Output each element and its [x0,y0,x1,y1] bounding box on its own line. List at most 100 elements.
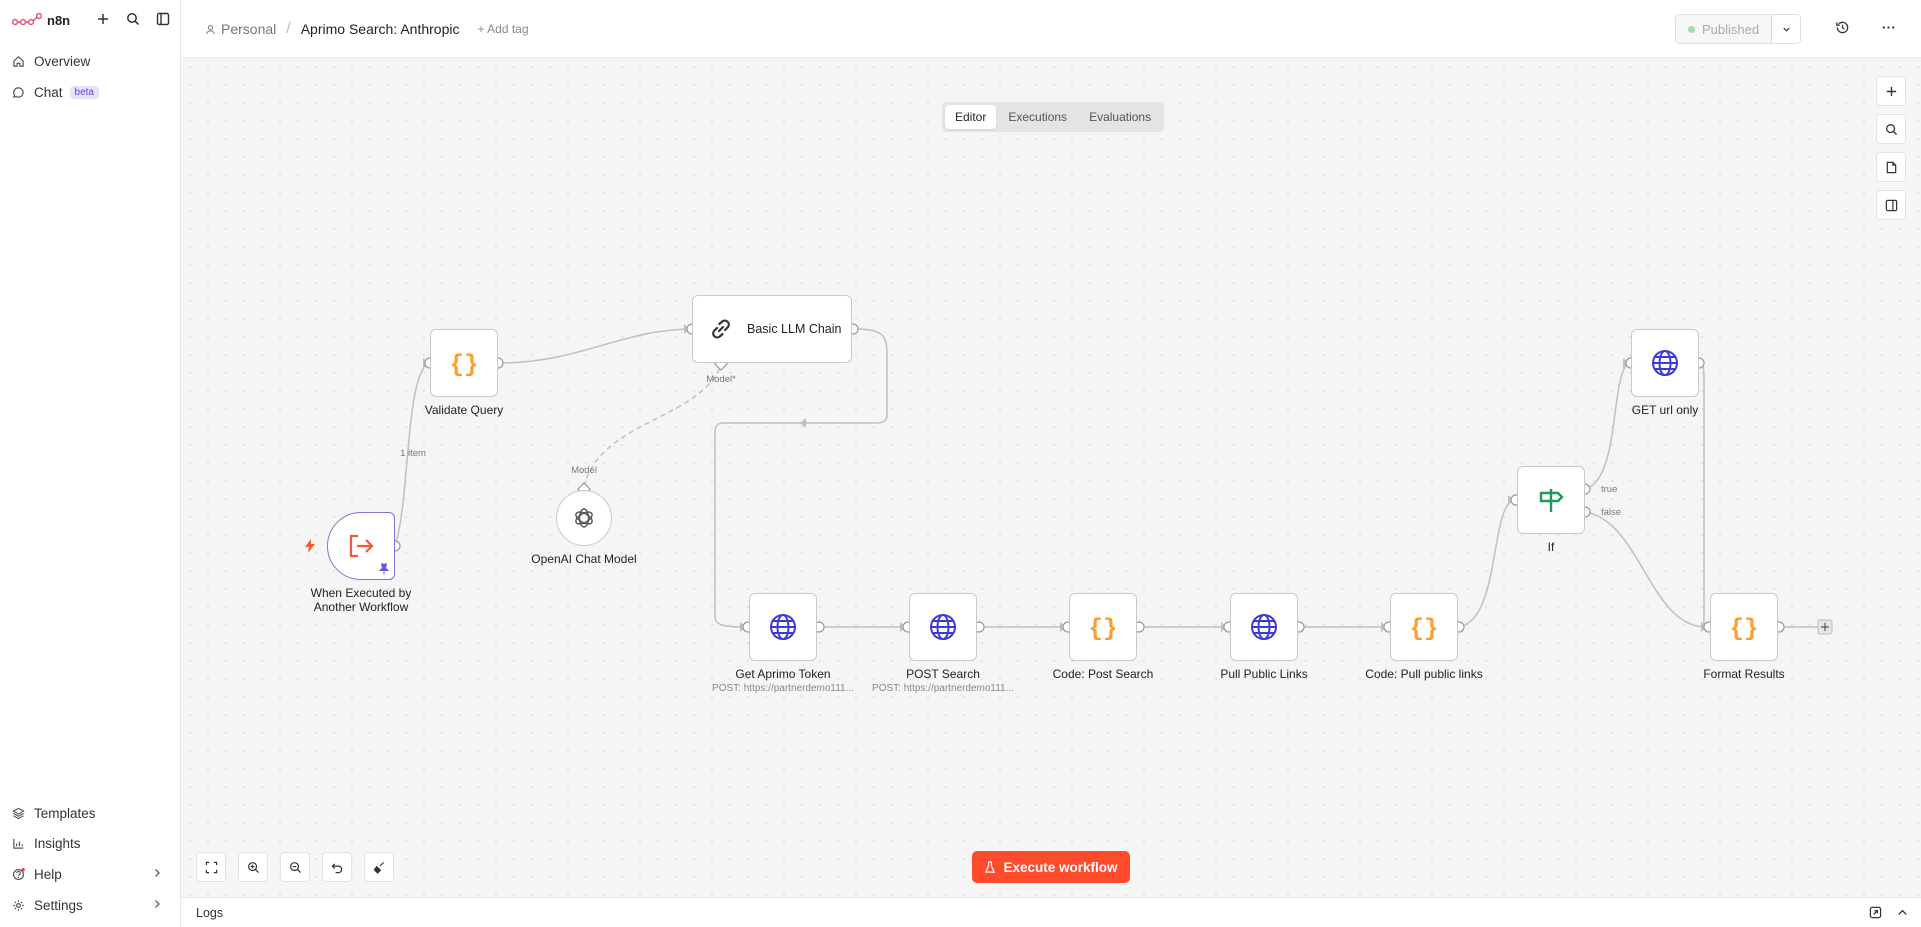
workflow-canvas[interactable]: Editor Executions Evaluations Execute wo… [181,58,1921,897]
published-status-dot [1688,25,1695,33]
signpost-icon [1539,489,1564,512]
add-tag-button[interactable]: + Add tag [477,22,528,36]
tab-editor[interactable]: Editor [945,105,997,129]
zoom-out-button[interactable] [280,852,310,882]
beta-badge: beta [69,85,99,99]
workflow-name[interactable]: Aprimo Search: Anthropic [301,21,460,37]
node-code-pull-public-links-label: Code: Pull public links [1365,667,1483,681]
tab-executions[interactable]: Executions [998,105,1077,129]
zoom-in-icon [247,861,259,873]
templates-icon [12,807,25,819]
node-validate-query[interactable]: {} [430,329,498,397]
fit-view-button[interactable] [196,852,226,882]
code-braces-icon: {} [1089,616,1118,640]
pin-icon [379,563,389,575]
history-icon [1836,21,1849,34]
node-post-search[interactable] [909,593,977,661]
node-trigger-label: When Executed by Another Workflow [311,586,412,614]
lightning-icon [305,539,315,553]
openai-port-label: Model [571,465,597,476]
undo-icon [331,862,342,873]
node-code-post-search[interactable]: {} [1069,593,1137,661]
sidebar-item-settings[interactable]: Settings [12,894,172,916]
sidebar-item-templates[interactable]: Templates [12,802,172,824]
zoom-in-button[interactable] [238,852,268,882]
node-code-post-search-label: Code: Post Search [1052,667,1154,681]
svg-text:{}: {} [1410,616,1439,640]
add-icon[interactable] [94,10,112,28]
sidebar-item-label: Insights [34,835,81,851]
breadcrumb-separator: / [286,20,291,37]
node-trigger[interactable] [327,512,395,580]
node-openai-label: OpenAI Chat Model [531,552,637,566]
sidebar-item-overview[interactable]: Overview [12,50,172,72]
svg-text:{}: {} [450,352,479,376]
popout-icon[interactable] [1869,906,1882,919]
svg-text:{}: {} [1730,616,1759,640]
toggle-sidebar-icon[interactable] [154,10,172,28]
sidebar-item-label: Help [34,866,62,882]
sticky-note-button[interactable] [1876,152,1906,182]
if-false-port-label: false [1601,507,1622,518]
sidebar-item-chat[interactable]: Chat beta [12,81,172,103]
tab-evaluations[interactable]: Evaluations [1079,105,1161,129]
history-button[interactable] [1835,20,1850,38]
canvas-bottom-toolbar [196,852,394,882]
insights-icon [13,838,24,849]
publish-dropdown-button[interactable] [1772,15,1801,43]
node-trigger-label-line2: Another Workflow [313,600,409,614]
breadcrumb-project[interactable]: Personal [205,21,276,37]
ellipsis-icon [1882,26,1895,29]
node-pull-public-links[interactable] [1230,593,1298,661]
execute-label: Execute workflow [1003,859,1118,875]
node-code-pull-public-links[interactable]: {} [1390,593,1458,661]
toggle-panel-button[interactable] [1876,190,1906,220]
sidebar-item-insights[interactable]: Insights [12,832,172,854]
globe-icon [930,614,956,640]
published-button[interactable]: Published [1676,15,1773,43]
panel-icon [1885,199,1897,211]
sidebar-item-help[interactable]: Help [12,863,172,885]
node-get-aprimo-token[interactable] [749,593,817,661]
globe-icon [770,614,796,640]
publish-group: Published [1675,14,1802,44]
chain-link-icon [712,319,730,339]
add-node-button[interactable] [1876,76,1906,106]
chevron-up-icon[interactable] [1896,906,1909,919]
broom-icon [373,861,384,874]
chevron-right-icon [155,900,160,908]
node-get-aprimo-token-label: Get Aprimo Token [735,667,831,681]
node-pull-public-links-label: Pull Public Links [1220,667,1308,681]
node-format-results[interactable]: {} [1710,593,1778,661]
node-get-url-only-label: GET url only [1631,403,1699,417]
node-post-search-label: POST Search [906,667,980,681]
flask-icon [985,860,996,873]
node-basic-llm-chain-label: Basic LLM Chain [747,322,842,336]
n8n-logo-icon [12,13,42,26]
header: Personal / Aprimo Search: Anthropic + Ad… [181,0,1921,58]
node-openai-chat-model[interactable] [556,490,612,546]
node-get-url-only[interactable] [1631,329,1699,397]
node-get-aprimo-token-subtitle: POST: https://partnerdemo111... [712,683,854,694]
tidy-up-button[interactable] [364,852,394,882]
logs-panel-bar[interactable]: Logs [181,897,1921,927]
node-basic-llm-chain[interactable]: Basic LLM Chain [692,295,852,363]
home-icon [13,55,24,67]
sticky-note-icon [1886,161,1896,173]
node-validate-query-label: Validate Query [424,403,504,417]
execute-workflow-button[interactable]: Execute workflow [972,851,1130,883]
more-options-button[interactable] [1881,20,1896,38]
search-nodes-button[interactable] [1876,114,1906,144]
node-trigger-label-line1: When Executed by [310,586,412,600]
zoom-out-icon [289,861,301,873]
code-braces-icon: {} [1730,616,1759,640]
logo-text: n8n [47,12,71,28]
search-icon[interactable] [124,10,142,28]
sidebar-item-label: Templates [34,805,96,821]
sidebar-item-label: Overview [34,53,91,69]
node-if[interactable] [1517,466,1585,534]
undo-button[interactable] [322,852,352,882]
search-icon [1885,123,1897,135]
chat-icon [12,86,24,98]
breadcrumb: Personal / Aprimo Search: Anthropic + Ad… [205,20,529,38]
